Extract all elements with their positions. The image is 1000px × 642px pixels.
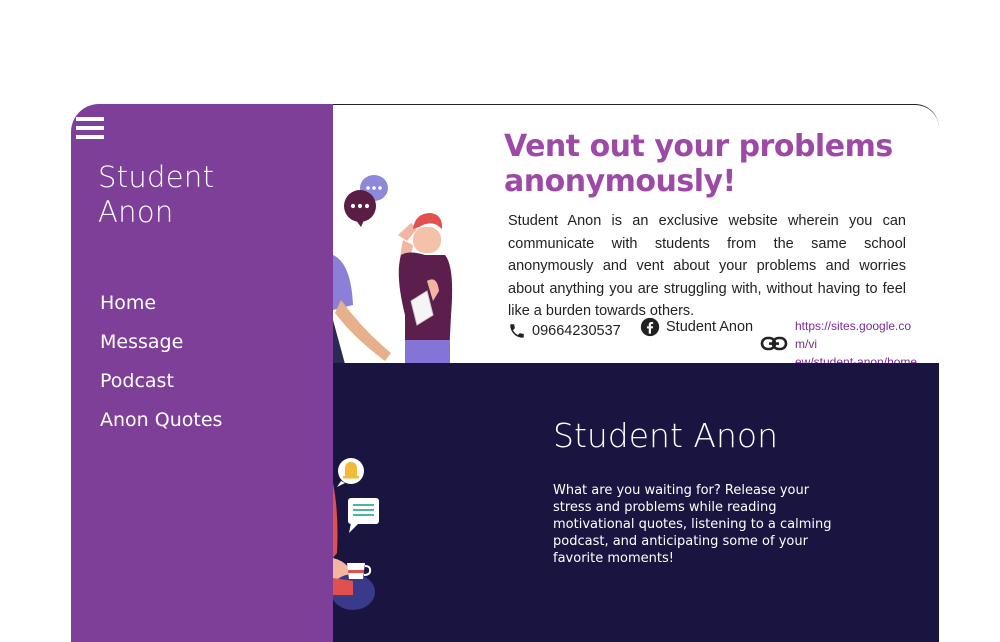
intro-description: What are you waiting for? Release your s… [553,483,832,566]
message-icon [348,498,379,533]
sidebar-nav: Home Message Podcast Anon Quotes [100,284,222,440]
hamburger-menu-icon[interactable] [76,117,104,141]
link-icon [760,336,788,351]
headline-line-2: anonymously! [504,164,736,199]
phone-number: 09664230537 [532,323,621,339]
students-illustration [333,175,453,364]
banner-headline: Vent out your problems anonymously! [504,129,904,199]
sidebar: Student Anon Home Message Podcast Anon Q… [71,104,333,642]
coffee-cup-icon [347,563,372,579]
contact-facebook[interactable]: Student Anon [640,317,753,337]
podcast-illustration [333,458,379,610]
link-line-1: https://sites.google.com/vi [795,319,912,351]
intro-section: Student Anon What are you waiting for? R… [333,363,939,642]
brand-title: Student Anon [98,160,298,230]
nav-item-home[interactable]: Home [100,284,222,323]
hero-banner: Vent out your problems anonymously! Stud… [333,104,939,364]
facebook-name: Student Anon [666,319,754,335]
headline-line-1: Vent out your problems [504,129,893,164]
facebook-icon [640,317,660,337]
website-link[interactable]: https://sites.google.com/vi ew/student-a… [795,317,919,364]
brand-line-1: Student [98,160,215,194]
intro-title: Student Anon [553,416,778,455]
contact-phone[interactable]: 09664230537 [508,321,621,341]
nav-item-anon-quotes[interactable]: Anon Quotes [100,401,222,440]
phone-icon [510,324,524,338]
nav-item-podcast[interactable]: Podcast [100,362,222,401]
banner-description: Student Anon is an exclusive website whe… [508,213,906,319]
contact-link[interactable]: https://sites.google.com/vi ew/student-a… [760,317,919,364]
chat-bubble-icon [344,175,388,227]
nav-item-message[interactable]: Message [100,323,222,362]
brand-line-2: Anon [98,195,174,229]
bell-icon [337,458,364,487]
